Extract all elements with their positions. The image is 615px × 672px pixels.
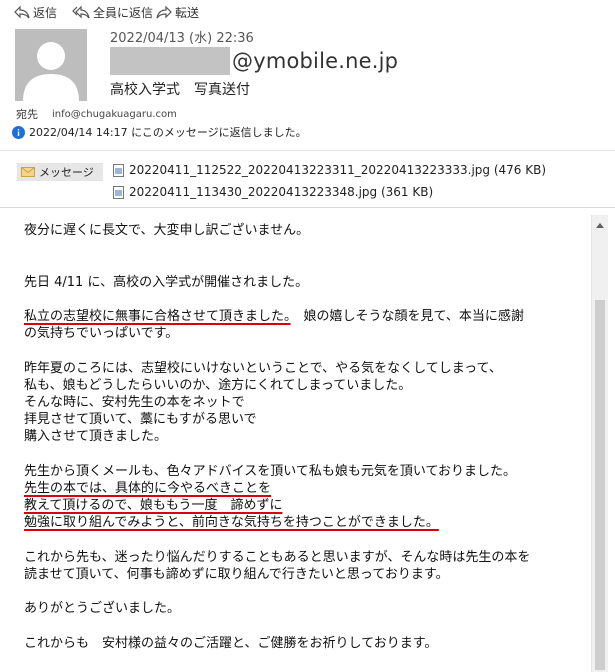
sender: @ymobile.ne.jp xyxy=(110,46,398,76)
subject: 高校入学式 写真送付 xyxy=(110,82,250,98)
body-line: 読ませて頂いて、何事も諦めずに取り組んで行きたいと思っております。 xyxy=(24,566,449,582)
to-row: 宛先 info@chugakuagaru.com xyxy=(16,106,177,122)
body-line: これからも 安村様の益々のご活躍と、ご健勝をお祈りしております。 xyxy=(24,635,438,651)
attachment-1[interactable]: 20220411_112522_20220413223311_202204132… xyxy=(113,163,546,177)
scroll-thumb[interactable] xyxy=(595,300,605,670)
reply-all-icon xyxy=(72,5,90,19)
sender-domain[interactable]: @ymobile.ne.jp xyxy=(232,49,398,73)
body-line: 私立の志望校に無事に合格させて頂きました。 娘の嬉しそうな顔を見て、本当に感謝 xyxy=(24,308,584,325)
toolbar: 返信 全員に返信 転送 xyxy=(0,0,615,24)
body-line: 昨年夏のころには、志望校にいけないということで、やる気をなくしてしまって、 xyxy=(24,360,502,376)
reply-info-text: 2022/04/14 14:17 にこのメッセージに返信しました。 xyxy=(29,126,307,139)
highlighted-text: 教えて頂けるので、娘ももう一度 諦めずに xyxy=(24,498,283,514)
attachment-2[interactable]: 20220411_113430_20220413223348.jpg (361 … xyxy=(113,185,433,199)
message-tab-label: メッセージ xyxy=(39,166,94,179)
reply-button[interactable]: 返信 xyxy=(14,3,57,21)
message-tab[interactable]: メッセージ xyxy=(17,163,103,181)
message-body: 夜分に遅くに長文で、大変申し訳ございません。 先日 4/11 に、高校の入学式が… xyxy=(24,222,584,652)
highlighted-text: 先生の本では、具体的に今やるべきことを xyxy=(24,480,272,496)
forward-label: 転送 xyxy=(175,5,200,20)
info-icon xyxy=(12,125,25,139)
body-line: の気持ちでいっぱいです。 xyxy=(24,326,179,342)
attachment-1-name: 20220411_112522_20220413223311_202204132… xyxy=(129,163,547,177)
scroll-up-arrow[interactable] xyxy=(592,217,608,233)
highlighted-text: 私立の志望校に無事に合格させて頂きました。 xyxy=(24,308,291,324)
body-line: 先生から頂くメールも、色々アドバイスを頂いて私も娘も元気を頂いておりました。 xyxy=(24,463,517,479)
redacted-sender-name xyxy=(110,47,230,75)
body-line: 先日 4/11 に、高校の入学式が開催されました。 xyxy=(24,274,309,290)
reply-all-button[interactable]: 全員に返信 xyxy=(72,3,153,21)
image-file-icon xyxy=(113,163,124,177)
body-line: 先生の本では、具体的に今やるべきことを xyxy=(24,480,584,497)
body-line: 購入させて頂きました。 xyxy=(24,429,168,445)
reply-label: 返信 xyxy=(33,5,58,20)
body-line: 教えて頂けるので、娘ももう一度 諦めずに xyxy=(24,497,584,514)
to-address[interactable]: info@chugakuagaru.com xyxy=(52,109,177,120)
person-icon xyxy=(23,42,79,101)
body-line: 私も、娘もどうしたらいいのか、途方にくれてしまっていました。 xyxy=(24,377,412,393)
body-line: 拝見させて頂いて、藁にもすがる思いで xyxy=(24,412,257,428)
highlighted-text: 勉強に取り組んでみようと、前向きな気持ちを持つことができました。 xyxy=(24,515,439,531)
reply-all-label: 全員に返信 xyxy=(93,5,154,20)
body-divider xyxy=(0,207,615,208)
body-line: ありがとうございました。 xyxy=(24,601,181,617)
body-text: 娘の嬉しそうな顔を見て、本当に感謝 xyxy=(290,308,524,324)
header-divider xyxy=(0,150,615,151)
vertical-scrollbar[interactable] xyxy=(591,215,608,672)
image-file-icon xyxy=(113,185,124,199)
body-line: 夜分に遅くに長文で、大変申し訳ございません。 xyxy=(24,223,310,238)
avatar xyxy=(15,29,87,101)
chevron-up-icon xyxy=(596,223,604,228)
attachment-2-name: 20220411_113430_20220413223348.jpg (361 … xyxy=(129,185,434,199)
body-line: これから先も、迷ったり悩んだりすることもあると思いますが、そんな時は先生の本を xyxy=(24,549,531,565)
sent-date: 2022/04/13 (水) 22:36 xyxy=(110,31,254,46)
reply-info-bar: 2022/04/14 14:17 にこのメッセージに返信しました。 xyxy=(12,124,307,140)
forward-button[interactable]: 転送 xyxy=(156,3,199,21)
body-line: そんな時に、安村先生の本をネットで xyxy=(24,394,245,410)
body-line: 勉強に取り組んでみようと、前向きな気持ちを持つことができました。 xyxy=(24,514,584,531)
envelope-icon xyxy=(21,167,35,177)
reply-icon xyxy=(14,5,30,19)
to-label: 宛先 xyxy=(16,108,38,121)
forward-icon xyxy=(156,5,172,19)
